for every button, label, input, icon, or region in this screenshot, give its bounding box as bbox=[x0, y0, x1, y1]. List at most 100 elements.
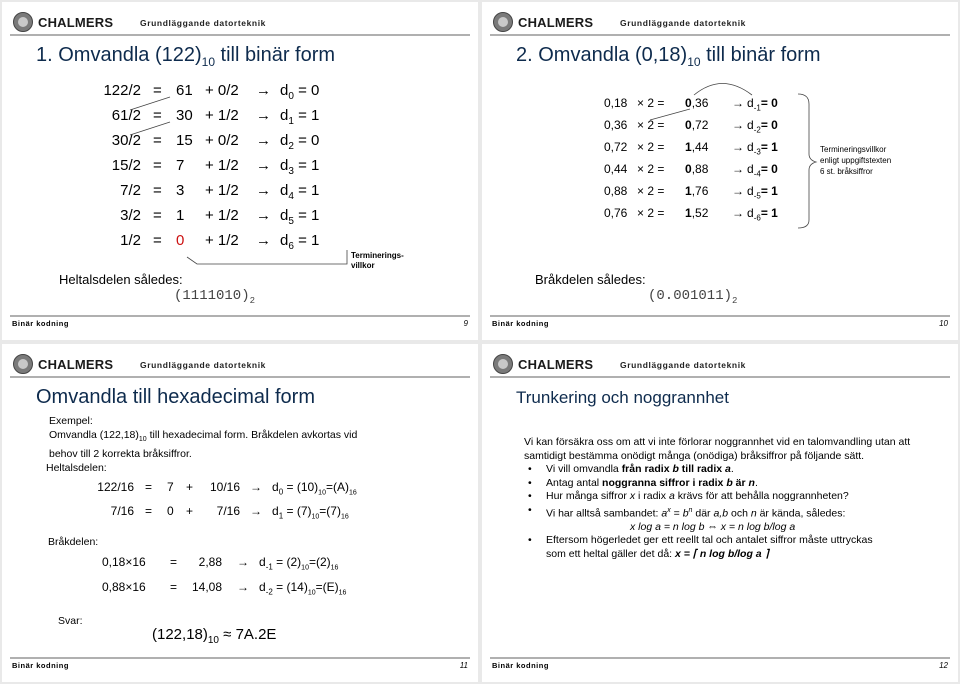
product: 1,44 bbox=[685, 140, 709, 154]
dividend: 61/2 bbox=[111, 107, 141, 124]
arrow-icon: → bbox=[256, 182, 271, 199]
remainder: + 0/2 bbox=[205, 82, 239, 99]
footer-label: Binär kodning bbox=[12, 661, 69, 670]
footer-label: Binär kodning bbox=[492, 319, 549, 328]
product: 14,08 bbox=[191, 580, 222, 594]
digit-label: d-2 = (14)10=(E)16 bbox=[259, 580, 347, 597]
brace-icon bbox=[797, 93, 818, 229]
equals-sign: = bbox=[145, 504, 153, 518]
times-two: × 2 = bbox=[637, 118, 665, 132]
arrow-icon: → bbox=[732, 206, 744, 220]
times-two: × 2 = bbox=[637, 184, 665, 198]
arrow-icon: → bbox=[732, 96, 744, 110]
equals-sign: = bbox=[153, 182, 162, 199]
digit-label: d0 = (10)10=(A)16 bbox=[272, 480, 357, 497]
remainder: + 1/2 bbox=[205, 207, 239, 224]
course-name: Grundläggande datorteknik bbox=[620, 360, 746, 370]
equals-sign: = bbox=[153, 107, 162, 124]
multiplicand: 0,18 bbox=[604, 96, 628, 110]
arrow-icon: → bbox=[237, 555, 249, 569]
brand-name: CHALMERS bbox=[38, 357, 114, 372]
dividend: 122/2 bbox=[103, 82, 141, 99]
equals-sign: = bbox=[153, 207, 162, 224]
digit-label: d5 = 1 bbox=[280, 207, 320, 227]
slide-10: CHALMERS Grundläggande datorteknik 2. Om… bbox=[482, 2, 958, 340]
page-number: 12 bbox=[939, 661, 948, 670]
remainder: + 0/2 bbox=[205, 132, 239, 149]
course-name: Grundläggande datorteknik bbox=[140, 18, 266, 28]
result-value: (1111010)2 bbox=[174, 288, 256, 306]
digit-label: d-2= 0 bbox=[747, 118, 778, 135]
page-number: 10 bbox=[939, 319, 948, 328]
product: 1,76 bbox=[685, 184, 709, 198]
remainder: 10/16 bbox=[209, 480, 240, 494]
quotient: 15 bbox=[176, 132, 193, 149]
footer-label: Binär kodning bbox=[12, 319, 69, 328]
arrow-icon: → bbox=[732, 184, 744, 198]
slide-header: CHALMERS Grundläggande datorteknik bbox=[10, 352, 470, 378]
quotient: 61 bbox=[176, 82, 193, 99]
arrow-icon: → bbox=[256, 157, 271, 174]
slide-footer: Binär kodning 12 bbox=[490, 657, 950, 673]
slide-header: CHALMERS Grundläggande datorteknik bbox=[490, 352, 950, 378]
dividend: 1/2 bbox=[120, 232, 141, 249]
digit-label: d-1 = (2)10=(2)16 bbox=[259, 555, 339, 572]
product: 1,52 bbox=[685, 206, 709, 220]
slide-footer: Binär kodning 10 bbox=[490, 315, 950, 331]
slide-header: CHALMERS Grundläggande datorteknik bbox=[10, 10, 470, 36]
product: 0,88 bbox=[685, 162, 709, 176]
arrow-icon: → bbox=[256, 207, 271, 224]
dividend: 15/2 bbox=[111, 157, 141, 174]
equals-sign: = bbox=[153, 82, 162, 99]
chalmers-logo-icon bbox=[493, 12, 513, 32]
remainder: 7/16 bbox=[216, 504, 240, 518]
product: 2,88 bbox=[198, 555, 222, 569]
fraction-part-label: Bråkdelen: bbox=[48, 536, 99, 548]
result-label: Heltalsdelen således: bbox=[59, 272, 183, 287]
brand-name: CHALMERS bbox=[518, 15, 594, 30]
arrow-icon: → bbox=[250, 480, 262, 494]
chalmers-logo-icon bbox=[493, 354, 513, 374]
dividend: 122/16 bbox=[97, 480, 134, 494]
digit-label: d-1= 0 bbox=[747, 96, 778, 113]
plus-sign: + bbox=[186, 504, 194, 518]
arrow-icon: → bbox=[256, 107, 271, 124]
answer-value: (122,18)10 ≈ 7A.2E bbox=[152, 626, 277, 646]
quotient: 7 bbox=[176, 157, 185, 174]
digit-label: d-5= 1 bbox=[747, 184, 778, 201]
equals-sign: = bbox=[170, 580, 178, 594]
equals-sign: = bbox=[153, 132, 162, 149]
equals-sign: = bbox=[170, 555, 178, 569]
multiplication: 0,88×16 bbox=[102, 580, 146, 594]
equals-sign: = bbox=[145, 480, 153, 494]
arrow-icon: → bbox=[256, 132, 271, 149]
example-text: Exempel: Omvandla (122,18)10 till hexade… bbox=[49, 415, 358, 461]
multiplicand: 0,44 bbox=[604, 162, 628, 176]
quotient: 30 bbox=[176, 107, 193, 124]
multiplicand: 0,76 bbox=[604, 206, 628, 220]
bullet-1: Vi vill omvandla från radix b till radix… bbox=[524, 463, 934, 477]
digit-label: d1 = (7)10=(7)16 bbox=[272, 504, 349, 521]
brand-name: CHALMERS bbox=[518, 357, 594, 372]
slide-header: CHALMERS Grundläggande datorteknik bbox=[490, 10, 950, 36]
quotient: 0 bbox=[167, 504, 174, 518]
product: 0,36 bbox=[685, 96, 709, 110]
bullet-5: Eftersom högerledet ger ett reellt tal o… bbox=[524, 534, 934, 561]
quotient: 1 bbox=[176, 207, 185, 224]
integer-part-label: Heltalsdelen: bbox=[46, 462, 107, 474]
multiplicand: 0,88 bbox=[604, 184, 628, 198]
quotient: 7 bbox=[167, 480, 174, 494]
slide-title: Omvandla till hexadecimal form bbox=[36, 386, 315, 408]
times-two: × 2 = bbox=[637, 162, 665, 176]
times-two: × 2 = bbox=[637, 206, 665, 220]
course-name: Grundläggande datorteknik bbox=[140, 360, 266, 370]
dividend: 7/16 bbox=[110, 504, 134, 518]
times-two: × 2 = bbox=[637, 96, 665, 110]
bullet-2: Antag antal noggranna siffror i radix b … bbox=[524, 477, 934, 491]
termination-note: Terminerings-villkor bbox=[351, 251, 404, 270]
remainder: + 1/2 bbox=[205, 107, 239, 124]
page-number: 11 bbox=[459, 661, 468, 670]
plus-sign: + bbox=[186, 480, 194, 494]
digit-label: d3 = 1 bbox=[280, 157, 320, 177]
digit-label: d4 = 1 bbox=[280, 182, 320, 202]
